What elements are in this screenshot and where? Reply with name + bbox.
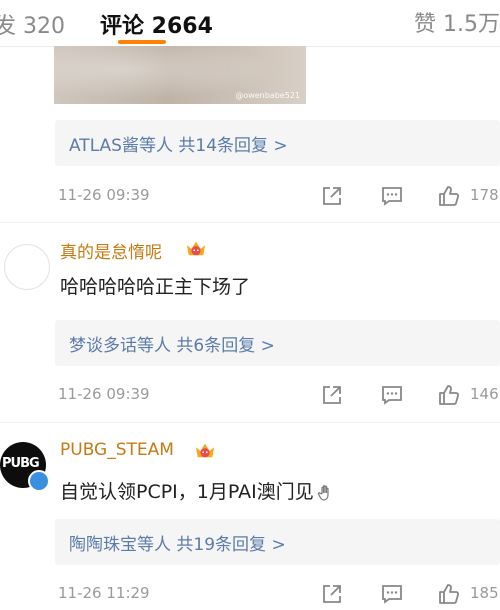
timestamp: 11-26 09:39	[58, 186, 150, 204]
comment-text: 哈哈哈哈哈正主下场了	[60, 276, 251, 298]
hand-emoji-icon	[317, 484, 329, 501]
share-icon[interactable]	[320, 582, 344, 606]
comment-icon[interactable]	[380, 383, 404, 407]
comment-meta-row-3: 11-26 11:29 185	[0, 580, 500, 610]
comment-icon[interactable]	[380, 184, 404, 208]
comment-icon[interactable]	[380, 582, 404, 606]
divider	[0, 422, 500, 423]
tab-likes[interactable]: 赞 1.5万	[414, 6, 500, 38]
active-tab-indicator	[118, 40, 166, 44]
divider	[0, 222, 500, 223]
timestamp: 11-26 09:39	[58, 385, 150, 403]
crown-badge-icon	[195, 443, 215, 458]
like-count: 146	[470, 385, 499, 403]
comment-meta-row-1: 11-26 09:39 178	[0, 182, 500, 212]
reply-summary-text: 陶陶珠宝等人 共19条回复 >	[69, 535, 286, 555]
like-count: 178	[470, 186, 499, 204]
timestamp: 11-26 11:29	[58, 584, 150, 602]
thumbs-up-icon[interactable]	[437, 582, 461, 606]
tab-reposts[interactable]: 发 320	[0, 8, 65, 40]
avatar[interactable]: PUBG	[0, 442, 50, 492]
username[interactable]: PUBG_STEAM	[60, 440, 174, 460]
username[interactable]: 真的是怠惰呢	[60, 238, 162, 263]
reply-summary-text: 梦谈多话等人 共6条回复 >	[69, 336, 275, 356]
image-watermark: @owenbabe521	[235, 91, 300, 100]
share-icon[interactable]	[320, 383, 344, 407]
comment-tabs: 发 320 评论 2664 赞 1.5万	[0, 0, 500, 47]
verified-badge-icon	[28, 470, 50, 492]
comment-text: 自觉认领PCPI，1月PAI澳门见	[60, 477, 336, 504]
thumbs-up-icon[interactable]	[437, 184, 461, 208]
reply-summary-1[interactable]: ATLAS酱等人 共14条回复 >	[55, 120, 500, 166]
avatar-logo-text: PUBG	[2, 456, 40, 471]
crown-badge-icon	[186, 241, 206, 256]
tab-comments[interactable]: 评论 2664	[100, 8, 213, 40]
comment-image[interactable]: @owenbabe521	[54, 46, 306, 104]
share-icon[interactable]	[320, 184, 344, 208]
comment-meta-row-2: 11-26 09:39 146	[0, 381, 500, 411]
reply-summary-2[interactable]: 梦谈多话等人 共6条回复 >	[55, 320, 500, 366]
reply-summary-text: ATLAS酱等人 共14条回复 >	[69, 136, 288, 156]
avatar[interactable]	[4, 244, 50, 290]
thumbs-up-icon[interactable]	[437, 383, 461, 407]
reply-summary-3[interactable]: 陶陶珠宝等人 共19条回复 >	[55, 519, 500, 565]
like-count: 185	[470, 584, 499, 602]
comment-text-body: 自觉认领PCPI，1月PAI澳门见	[60, 481, 314, 503]
